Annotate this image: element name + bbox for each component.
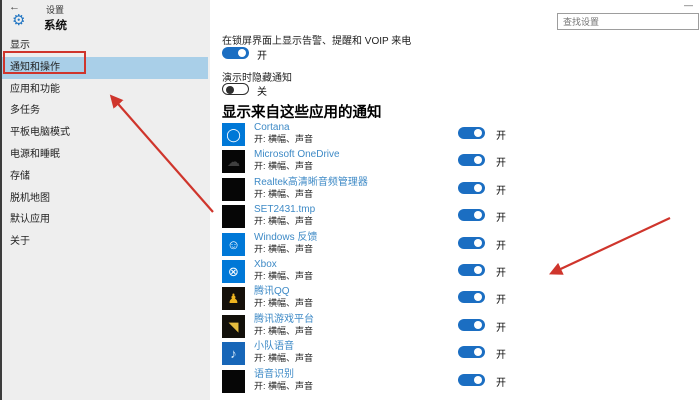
toggle-knob	[474, 239, 482, 247]
sidebar-item[interactable]: 电源和睡眠	[2, 144, 208, 166]
app-row: ☺ Windows 反馈 开: 横幅、声音 开	[222, 232, 700, 259]
lockscreen-notifications-toggle[interactable]	[222, 47, 249, 59]
lockscreen-notifications-label: 在锁屏界面上显示告警、提醒和 VOIP 来电	[222, 32, 411, 47]
app-name: 小队语音	[254, 341, 313, 353]
app-toggle[interactable]	[458, 264, 485, 276]
app-toggle[interactable]	[458, 291, 485, 303]
app-name: 腾讯QQ	[254, 286, 313, 298]
app-toggle[interactable]	[458, 374, 485, 386]
app-row: Realtek高清晰音频管理器 开: 横幅、声音 开	[222, 177, 700, 204]
tencent-games-icon: ◥	[222, 315, 245, 338]
app-toggle[interactable]	[458, 154, 485, 166]
cortana-icon: ◯	[222, 123, 245, 146]
app-name: SET2431.tmp	[254, 204, 315, 216]
toggle-knob	[474, 293, 482, 301]
app-toggle-state: 开	[496, 346, 506, 361]
sidebar-item[interactable]: 关于	[2, 231, 208, 253]
app-toggle-state: 开	[496, 182, 506, 197]
tmp-file-icon	[222, 205, 245, 228]
app-row: ◯ Cortana 开: 横幅、声音 开	[222, 122, 700, 149]
app-detail: 开: 横幅、声音	[254, 216, 315, 227]
sidebar-item[interactable]: 多任务	[2, 100, 208, 122]
app-row: 语音识别 开: 横幅、声音 开	[222, 369, 700, 396]
sidebar-item[interactable]: 默认应用	[2, 209, 208, 231]
hide-while-presenting-toggle[interactable]	[222, 83, 249, 95]
toggle-knob	[474, 376, 482, 384]
sidebar-item[interactable]: 应用和功能	[2, 79, 208, 101]
sidebar-item[interactable]: 脱机地图	[2, 188, 208, 210]
app-detail: 开: 横幅、声音	[254, 298, 313, 309]
settings-window: ← 设置 — ⚙ 系统 显示 通知和操作 应用和功能 多任务 平板电脑模式 电源…	[0, 0, 700, 400]
app-toggle[interactable]	[458, 319, 485, 331]
app-detail: 开: 横幅、声音	[254, 244, 317, 255]
app-detail: 开: 横幅、声音	[254, 271, 313, 282]
sidebar-item[interactable]: 通知和操作	[2, 57, 208, 79]
app-name: Xbox	[254, 259, 313, 271]
toggle-knob	[474, 321, 482, 329]
app-row: SET2431.tmp 开: 横幅、声音 开	[222, 204, 700, 231]
toggle-knob	[226, 86, 234, 94]
hide-while-presenting-state: 关	[257, 83, 267, 98]
app-detail: 开: 横幅、声音	[254, 381, 313, 392]
app-detail: 开: 横幅、声音	[254, 353, 313, 364]
app-row: ☁ Microsoft OneDrive 开: 横幅、声音 开	[222, 149, 700, 176]
sidebar-nav: 显示 通知和操作 应用和功能 多任务 平板电脑模式 电源和睡眠 存储 脱机地图 …	[2, 35, 208, 253]
app-name: 腾讯游戏平台	[254, 314, 314, 326]
app-toggle-state: 开	[496, 154, 506, 169]
tencent-qq-icon: ♟	[222, 287, 245, 310]
toggle-knob	[474, 348, 482, 356]
app-detail: 开: 横幅、声音	[254, 134, 313, 145]
toggle-knob	[474, 266, 482, 274]
app-row: ⊗ Xbox 开: 横幅、声音 开	[222, 259, 700, 286]
gear-icon: ⚙	[12, 13, 25, 28]
minimize-icon[interactable]: —	[684, 0, 693, 10]
app-toggle[interactable]	[458, 209, 485, 221]
sidebar-item[interactable]: 显示	[2, 35, 208, 57]
app-name: Cortana	[254, 122, 313, 134]
toggle-knob	[474, 129, 482, 137]
app-toggle[interactable]	[458, 182, 485, 194]
page-title: 系统	[44, 17, 67, 33]
windows-feedback-icon: ☺	[222, 233, 245, 256]
app-toggle[interactable]	[458, 237, 485, 249]
sidebar-item[interactable]: 存储	[2, 166, 208, 188]
app-row: ♪ 小队语音 开: 横幅、声音 开	[222, 341, 700, 368]
app-name: Realtek高清晰音频管理器	[254, 177, 368, 189]
app-name: 语音识别	[254, 369, 313, 381]
search-input[interactable]	[557, 13, 699, 30]
app-toggle-state: 开	[496, 264, 506, 279]
app-notification-list: ◯ Cortana 开: 横幅、声音 开 ☁ Microsoft OneDriv…	[222, 122, 700, 396]
app-toggle-state: 开	[496, 374, 506, 389]
app-row: ♟ 腾讯QQ 开: 横幅、声音 开	[222, 286, 700, 313]
app-detail: 开: 横幅、声音	[254, 326, 314, 337]
toggle-knob	[474, 156, 482, 164]
app-toggle-state: 开	[496, 209, 506, 224]
xbox-icon: ⊗	[222, 260, 245, 283]
app-toggle-state: 开	[496, 237, 506, 252]
lockscreen-notifications-state: 开	[257, 47, 267, 62]
app-title: 设置	[46, 3, 64, 16]
app-toggle-state: 开	[496, 291, 506, 306]
app-name: Microsoft OneDrive	[254, 149, 340, 161]
hide-while-presenting-label: 演示时隐藏通知	[222, 69, 292, 84]
app-name: Windows 反馈	[254, 232, 317, 244]
speech-recognition-icon	[222, 370, 245, 393]
onedrive-icon: ☁	[222, 150, 245, 173]
app-detail: 开: 横幅、声音	[254, 161, 340, 172]
toggle-knob	[474, 211, 482, 219]
sidebar-item[interactable]: 平板电脑模式	[2, 122, 208, 144]
toggle-knob	[238, 49, 246, 57]
app-row: ◥ 腾讯游戏平台 开: 横幅、声音 开	[222, 314, 700, 341]
app-toggle[interactable]	[458, 127, 485, 139]
app-toggle-state: 开	[496, 319, 506, 334]
team-voice-icon: ♪	[222, 342, 245, 365]
app-detail: 开: 横幅、声音	[254, 189, 368, 200]
app-toggle-state: 开	[496, 127, 506, 142]
apps-section-title: 显示来自这些应用的通知	[222, 101, 382, 122]
toggle-knob	[474, 184, 482, 192]
app-toggle[interactable]	[458, 346, 485, 358]
realtek-audio-icon	[222, 178, 245, 201]
